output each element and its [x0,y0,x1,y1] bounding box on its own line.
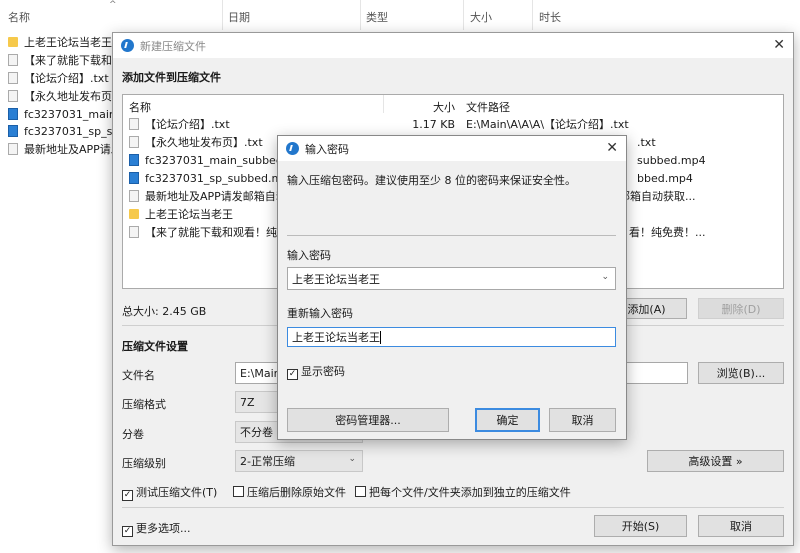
chevron-down-icon[interactable]: ⌄ [601,272,609,282]
document-icon [8,54,18,66]
test-archive-checkbox[interactable]: ✓ 测试压缩文件(T) [122,484,217,501]
document-icon [129,118,139,130]
file-name: 上老王论坛当老王 [24,36,112,49]
filename-label: 文件名 [122,369,155,382]
chevron-down-icon: ⌄ [348,454,356,464]
checkbox-label: 显示密码 [301,365,345,378]
close-icon[interactable]: ✕ [773,37,785,53]
title-bar: 输入密码 ✕ [278,136,626,161]
checkbox-label: 把每个文件/文件夹添加到独立的压缩文件 [369,486,571,499]
video-icon [8,108,18,120]
format-value: 7Z [240,395,255,409]
level-value: 2-正常压缩 [240,455,295,468]
cancel-button[interactable]: 取消 [549,408,616,432]
level-label: 压缩级别 [122,457,166,470]
title-bar: 新建压缩文件 ✕ [113,33,793,58]
list-row[interactable]: 【论坛介绍】.txt 1.17 KB E:\Main\A\A\A\【论坛介绍】.tx… [129,115,783,133]
column-name[interactable]: 名称 [8,9,30,25]
level-select[interactable]: 2-正常压缩 ⌄ [235,450,363,472]
more-options-checkbox[interactable]: ✓ 更多选项... [122,520,191,537]
column-type[interactable]: 类型 [366,9,388,25]
column-size[interactable]: 大小 [470,9,492,25]
row-name: 【永久地址发布页】.txt [145,136,263,149]
file-name: 【论坛介绍】.txt [24,72,109,85]
format-label: 压缩格式 [122,398,166,411]
cancel-button[interactable]: 取消 [698,515,784,537]
close-icon[interactable]: ✕ [606,140,618,156]
delete-button[interactable]: 删除(D) [698,298,784,319]
row-path: bbed.mp4 [637,171,693,185]
checkbox-icon[interactable] [355,486,366,497]
repeat-password-label: 重新输入密码 [287,307,353,320]
browse-button[interactable]: 浏览(B)... [698,362,784,384]
document-icon [8,72,18,84]
checkbox-label: 压缩后删除原始文件 [247,486,346,499]
row-size: 1.17 KB [412,117,455,131]
header-size[interactable]: 大小 [433,99,455,115]
repeat-password-input[interactable]: 上老王论坛当老王 [287,327,616,347]
row-path: 邮箱自动获取... [619,188,696,204]
split-value: 不分卷 [240,426,273,439]
document-icon [8,143,18,155]
video-icon [129,154,139,166]
ok-button[interactable]: 确定 [475,408,540,432]
file-item[interactable]: 【论坛介绍】.txt [8,69,109,87]
row-path: E:\Main\A\A\A\【论坛介绍】.txt [466,118,629,131]
app-logo-icon [286,142,299,155]
repeat-password-value: 上老王论坛当老王 [292,331,380,344]
row-path: 看！纯免费！... [629,224,706,240]
header-name[interactable]: 名称 [129,99,151,115]
dialog-title: 输入密码 [305,142,349,156]
document-icon [129,136,139,148]
row-name: fc3237031_sp_subbed.mp4 [145,171,297,185]
checkbox-label: 测试压缩文件(T) [136,486,218,499]
password-label: 输入密码 [287,249,331,262]
section-add-files: 添加文件到压缩文件 [122,71,221,84]
password-description: 输入压缩包密码。建议使用至少 8 位的密码来保证安全性。 [287,174,576,187]
password-manager-button[interactable]: 密码管理器... [287,408,449,432]
start-button[interactable]: 开始(S) [594,515,687,537]
checkbox-checked-icon[interactable]: ✓ [122,490,133,501]
folder-icon [8,37,18,47]
sort-caret-icon: ^ [109,0,117,10]
dialog-title: 新建压缩文件 [140,39,206,53]
row-path: subbed.mp4 [637,153,706,167]
show-password-checkbox[interactable]: ✓ 显示密码 [287,363,345,380]
video-icon [8,125,18,137]
total-size: 总大小: 2.45 GB [122,305,207,318]
checkbox-checked-icon[interactable]: ✓ [122,526,133,537]
settings-title: 压缩文件设置 [122,340,188,353]
checkbox-icon[interactable] [233,486,244,497]
file-item[interactable]: 上老王论坛当老王 [8,33,112,51]
checkbox-label: 更多选项... [136,522,191,535]
checkbox-checked-icon[interactable]: ✓ [287,369,298,380]
header-path[interactable]: 文件路径 [466,99,510,115]
password-dialog: 输入密码 ✕ 输入压缩包密码。建议使用至少 8 位的密码来保证安全性。 输入密码… [277,135,627,440]
column-duration[interactable]: 时长 [539,9,561,25]
document-icon [129,226,139,238]
folder-icon [129,209,139,219]
password-input[interactable]: 上老王论坛当老王 ⌄ [287,267,616,290]
row-path: .txt [637,135,656,149]
app-logo-icon [121,39,134,52]
separate-archives-checkbox[interactable]: 把每个文件/文件夹添加到独立的压缩文件 [355,484,571,500]
column-date[interactable]: 日期 [228,9,250,25]
password-value: 上老王论坛当老王 [292,272,380,286]
document-icon [129,190,139,202]
advanced-settings-button[interactable]: 高级设置 » [647,450,784,472]
split-label: 分卷 [122,428,144,441]
row-name: 上老王论坛当老王 [145,208,233,221]
text-cursor [380,330,381,344]
delete-after-checkbox[interactable]: 压缩后删除原始文件 [233,484,346,500]
document-icon [8,90,18,102]
row-name: 【论坛介绍】.txt [145,118,230,131]
video-icon [129,172,139,184]
